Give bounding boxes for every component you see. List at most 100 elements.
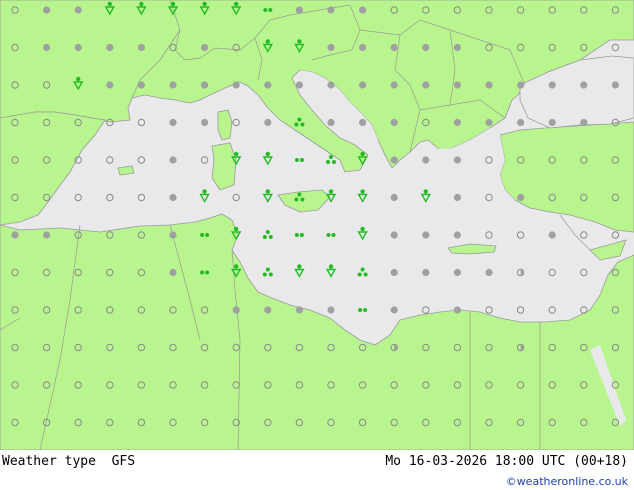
shower-drop (297, 264, 302, 269)
shower-drop (265, 39, 270, 44)
weather-symbol (359, 81, 367, 89)
shower-drop (360, 226, 365, 232)
overcast-symbol (453, 231, 461, 239)
overcast-symbol (517, 81, 525, 89)
weather-symbol (453, 193, 461, 202)
drizzle-dot (326, 233, 331, 237)
overcast-symbol (137, 81, 145, 89)
weather-symbol (580, 268, 588, 277)
weather-symbol (232, 306, 240, 314)
map-canvas (0, 0, 634, 450)
shower-symbol (294, 268, 305, 278)
weather-symbol (390, 81, 398, 89)
weather-symbol (357, 189, 368, 203)
shower-drop (76, 76, 81, 82)
shower-symbol (262, 156, 274, 166)
overcast-symbol (453, 268, 461, 277)
weather-symbol (453, 156, 461, 164)
overcast-symbol (232, 81, 240, 89)
weather-symbol (390, 156, 398, 164)
weather-symbol (232, 118, 240, 127)
land-cyprus (589, 239, 627, 261)
overcast-symbol (453, 118, 461, 127)
weather-symbol (262, 230, 273, 239)
weather-symbol (169, 118, 177, 127)
weather-symbol (232, 81, 240, 89)
overcast-symbol (264, 81, 272, 89)
overcast-symbol (264, 306, 272, 314)
overcast-symbol (453, 156, 461, 164)
weather-symbol (262, 189, 274, 203)
credit-link[interactable]: ©weatheronline.co.uk (506, 475, 628, 488)
weather-symbol (262, 267, 273, 277)
weather-symbol (359, 118, 367, 127)
overcast-symbol (169, 81, 177, 89)
drizzle-dot (263, 8, 268, 12)
weather-symbol (106, 156, 114, 164)
clear-sky-symbol (548, 268, 556, 277)
rain-dot (363, 272, 368, 277)
clear-sky-symbol (485, 231, 493, 239)
shower-symbol (357, 193, 368, 203)
overcast-symbol (548, 231, 556, 239)
weather-symbol (327, 43, 335, 52)
drizzle-dot (268, 8, 273, 12)
overcast-symbol (295, 306, 303, 314)
weather-symbol (106, 43, 114, 52)
overcast-symbol (390, 193, 398, 202)
overcast-symbol (390, 43, 398, 52)
overcast-symbol (106, 81, 114, 89)
weather-symbol (453, 81, 461, 89)
overcast-symbol (264, 118, 272, 127)
weather-symbol (517, 118, 525, 127)
clear-sky-symbol (232, 118, 240, 127)
overcast-symbol (422, 268, 430, 277)
drizzle-dot (205, 233, 210, 237)
weather-symbol (106, 193, 114, 202)
weather-symbol (169, 268, 177, 277)
drizzle-dot (205, 270, 210, 275)
shower-drop (234, 264, 239, 269)
land-corsica (217, 109, 233, 141)
weather-symbol (327, 306, 335, 314)
rain-dot (360, 267, 365, 272)
shower-drop (360, 151, 365, 157)
weather-symbol (262, 151, 274, 166)
overcast-symbol (201, 81, 209, 89)
weather-symbol (485, 118, 493, 127)
rain-dot (332, 160, 336, 164)
weather-symbol (169, 156, 177, 164)
rain-dot (300, 122, 305, 127)
weather-symbol (390, 43, 398, 52)
overcast-symbol (169, 118, 177, 127)
weather-symbol (201, 43, 209, 52)
weather-symbol (325, 264, 337, 278)
overcast-symbol (517, 193, 525, 202)
weather-symbol (264, 81, 272, 89)
shower-drop (360, 189, 365, 194)
valid-time-label: Mo 16-03-2026 18:00 UTC (00+18) (385, 454, 628, 469)
weather-symbol (326, 233, 336, 237)
overcast-symbol (169, 231, 177, 239)
rain-dot (294, 122, 299, 127)
overcast-symbol (548, 81, 556, 89)
weather-symbol (201, 118, 209, 127)
weather-symbol (485, 268, 493, 277)
clear-sky-symbol (516, 306, 525, 314)
overcast-symbol (390, 268, 398, 277)
weather-symbol (422, 81, 430, 89)
weather-symbol (169, 81, 177, 89)
weather-symbol (422, 156, 430, 164)
overcast-symbol (359, 118, 367, 127)
drizzle-dot (363, 308, 368, 312)
weather-symbol (485, 231, 493, 239)
weather-symbol (359, 43, 367, 52)
weather-symbol (485, 306, 493, 314)
weather-symbol (43, 6, 51, 14)
weather-symbol (453, 268, 461, 277)
shower-drop (328, 264, 334, 269)
overcast-symbol (201, 118, 209, 127)
weather-symbol (422, 231, 430, 239)
clear-sky-symbol (200, 156, 209, 164)
shower-symbol (420, 193, 432, 203)
